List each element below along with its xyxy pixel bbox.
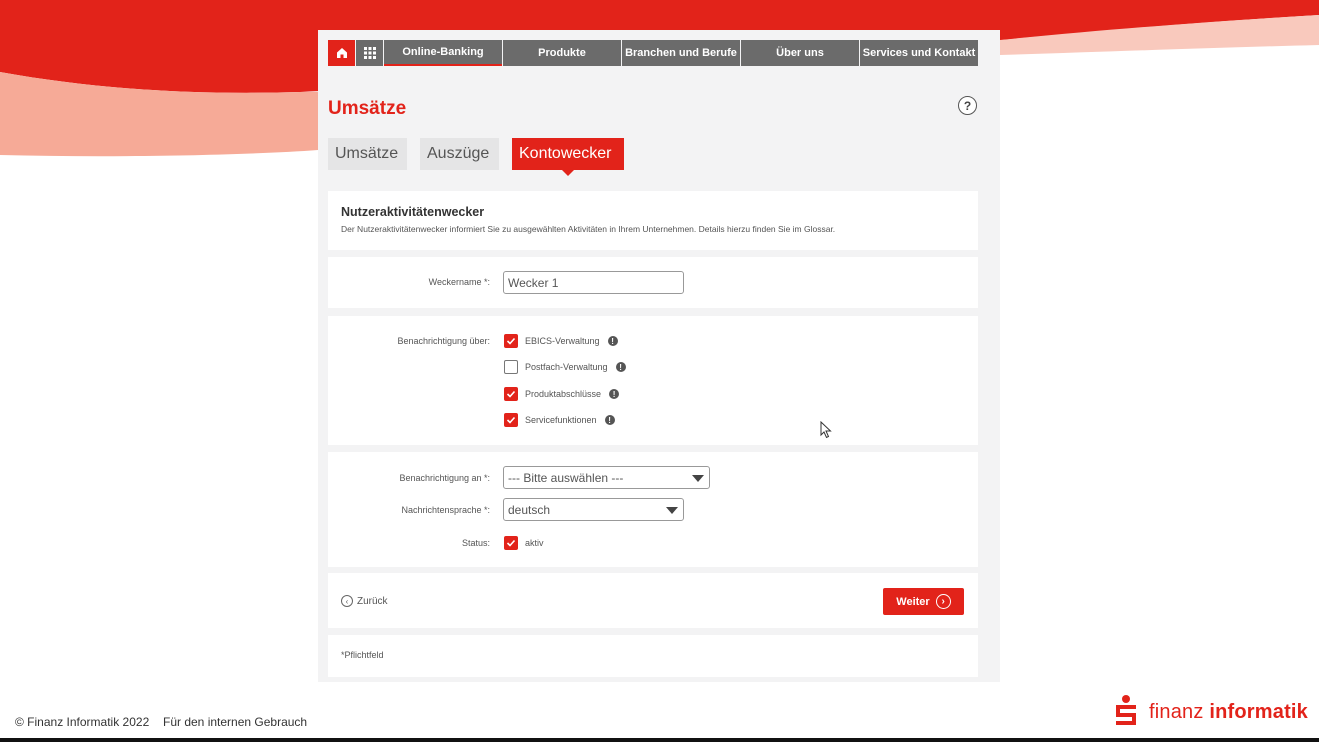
- checkmark-icon: [506, 416, 516, 424]
- postfach-label: Postfach-Verwaltung: [525, 362, 608, 372]
- recipient-settings-card: Benachrichtigung an *: --- Bitte auswähl…: [328, 452, 978, 567]
- home-icon: [336, 48, 347, 58]
- next-label: Weiter: [896, 595, 930, 608]
- ebics-label: EBICS-Verwaltung: [525, 336, 600, 346]
- weckername-input[interactable]: Wecker 1: [503, 271, 684, 294]
- info-icon[interactable]: !: [615, 362, 626, 372]
- weckername-card: Weckername *: Wecker 1: [328, 257, 978, 308]
- section-description: Der Nutzeraktivitätenwecker informiert S…: [341, 224, 836, 234]
- tab-kontowecker[interactable]: Kontowecker: [512, 138, 624, 176]
- status-value: aktiv: [525, 538, 544, 548]
- checkmark-icon: [506, 337, 516, 345]
- status-option: aktiv: [504, 536, 544, 550]
- servicefunktionen-label: Servicefunktionen: [525, 415, 597, 425]
- section-heading: Nutzeraktivitätenwecker: [341, 205, 485, 219]
- ebics-checkbox[interactable]: [504, 334, 518, 348]
- main-panel: Online-Banking Produkte Branchen und Ber…: [318, 30, 1000, 682]
- info-icon[interactable]: !: [609, 389, 620, 399]
- next-button[interactable]: Weiter ›: [883, 588, 964, 615]
- servicefunktionen-checkbox[interactable]: [504, 413, 518, 427]
- option-ebics-verwaltung: EBICS-Verwaltung !: [504, 334, 618, 348]
- grid-icon: [363, 47, 376, 59]
- sparkasse-s-icon: [1116, 695, 1136, 725]
- top-navigation: Online-Banking Produkte Branchen und Ber…: [328, 40, 978, 66]
- produktabschluesse-checkbox[interactable]: [504, 387, 518, 401]
- footer-copyright: © Finanz Informatik 2022: [15, 715, 150, 729]
- nav-services-und-kontakt[interactable]: Services und Kontakt: [860, 40, 978, 66]
- help-button[interactable]: ?: [958, 96, 977, 115]
- nav-branchen-und-berufe[interactable]: Branchen und Berufe: [622, 40, 740, 66]
- checkmark-icon: [506, 390, 516, 398]
- option-postfach-verwaltung: Postfach-Verwaltung !: [504, 360, 626, 374]
- info-icon[interactable]: !: [604, 415, 615, 425]
- nav-produkte[interactable]: Produkte: [503, 40, 621, 66]
- info-icon[interactable]: !: [607, 336, 618, 346]
- nachrichtensprache-value: deutsch: [508, 502, 551, 517]
- chevron-down-icon: [692, 475, 704, 482]
- tab-umsaetze[interactable]: Umsätze: [328, 138, 407, 170]
- bottom-border: [0, 738, 1319, 742]
- tab-auszuege[interactable]: Auszüge: [420, 138, 499, 170]
- footer-note: Für den internen Gebrauch: [163, 715, 308, 729]
- required-note-card: *Pflichtfeld: [328, 635, 978, 677]
- notification-topics-card: Benachrichtigung über: EBICS-Verwaltung …: [328, 316, 978, 445]
- actions-card: ‹ Zurück Weiter ›: [328, 573, 978, 628]
- nav-online-banking[interactable]: Online-Banking: [384, 40, 502, 66]
- chevron-right-icon: ›: [935, 594, 951, 609]
- back-label: Zurück: [357, 595, 388, 607]
- page-title: Umsätze: [328, 98, 407, 119]
- status-label: Status:: [461, 538, 490, 548]
- brand-wordmark: finanz informatik: [1149, 700, 1309, 723]
- checkmark-icon: [506, 539, 516, 547]
- produktabschluesse-label: Produktabschlüsse: [525, 389, 602, 399]
- nachrichtensprache-label: Nachrichtensprache *:: [401, 505, 490, 515]
- benachrichtigung-an-label: Benachrichtigung an *:: [399, 473, 490, 483]
- postfach-checkbox[interactable]: [504, 360, 518, 374]
- apps-menu-button[interactable]: [356, 40, 383, 66]
- weckername-label: Weckername *:: [428, 277, 490, 287]
- intro-card: Nutzeraktivitätenwecker Der Nutzeraktivi…: [328, 191, 978, 250]
- chevron-down-icon: [666, 507, 678, 514]
- back-link[interactable]: ‹ Zurück: [341, 595, 388, 607]
- brand-logo: finanz informatik: [1113, 695, 1308, 729]
- option-servicefunktionen: Servicefunktionen !: [504, 413, 615, 427]
- benachrichtigung-ueber-label: Benachrichtigung über:: [397, 336, 490, 346]
- status-checkbox[interactable]: [504, 536, 518, 550]
- required-field-note: *Pflichtfeld: [341, 650, 384, 660]
- benachrichtigung-an-value: --- Bitte auswählen ---: [508, 470, 624, 485]
- home-button[interactable]: [328, 40, 355, 66]
- benachrichtigung-an-select[interactable]: --- Bitte auswählen ---: [503, 466, 710, 489]
- nachrichtensprache-select[interactable]: deutsch: [503, 498, 684, 521]
- nav-ueber-uns[interactable]: Über uns: [741, 40, 859, 66]
- mouse-cursor-icon: [820, 421, 832, 439]
- chevron-left-icon: ‹: [341, 595, 353, 607]
- option-produktabschluesse: Produktabschlüsse !: [504, 387, 620, 401]
- help-icon: ?: [963, 98, 972, 113]
